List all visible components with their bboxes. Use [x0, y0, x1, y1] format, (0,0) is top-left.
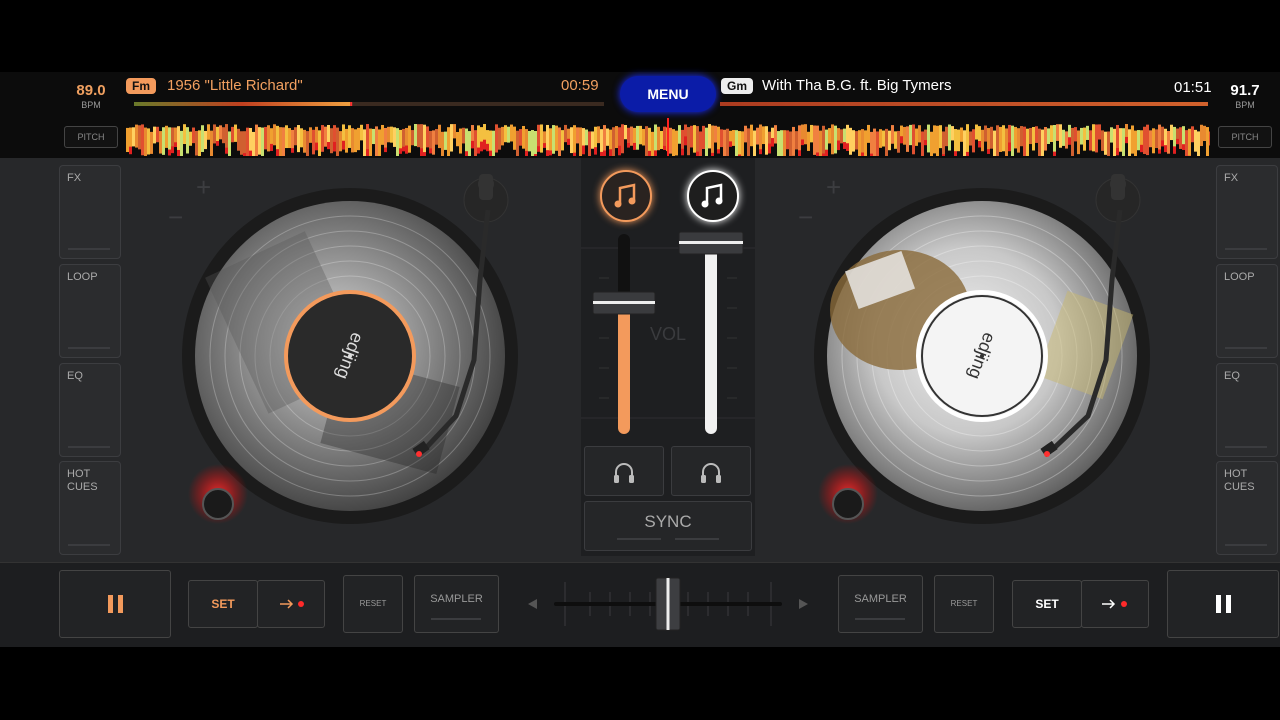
left-track-time: 00:59: [561, 77, 599, 94]
left-sampler-button[interactable]: SAMPLER: [414, 575, 499, 633]
right-eq-label: EQ: [1224, 370, 1240, 382]
left-loop-label: LOOP: [67, 271, 98, 283]
right-turntable[interactable]: + − edjing: [790, 160, 1170, 540]
left-set-button[interactable]: SET: [188, 580, 258, 628]
right-pitch-button[interactable]: PITCH: [1218, 126, 1272, 148]
headphones-icon: [701, 463, 721, 483]
right-eq-button[interactable]: EQ: [1216, 363, 1278, 457]
crossfader-handle: [655, 577, 681, 631]
left-bpm: 89.0 BPM: [58, 82, 124, 110]
crossfader-right-arrow-icon: [799, 599, 808, 609]
right-track-title: With Tha B.G. ft. Big Tymers: [762, 77, 952, 94]
pause-icon: [1216, 595, 1231, 613]
right-start-stop-knob: [832, 488, 864, 520]
right-loop-button[interactable]: LOOP: [1216, 264, 1278, 358]
right-bpm-value: 91.7: [1230, 82, 1260, 99]
crossfader-left-arrow-icon: [528, 599, 537, 609]
headphones-icon: [614, 463, 634, 483]
right-pitch-minus-icon: −: [798, 202, 813, 232]
left-turntable[interactable]: + − edjing: [160, 160, 540, 540]
left-reset-button[interactable]: RESET: [343, 575, 403, 633]
menu-button[interactable]: MENU: [620, 76, 716, 112]
right-bpm-unit: BPM: [1235, 100, 1255, 110]
left-pitch-button[interactable]: PITCH: [64, 126, 118, 148]
left-channel-music-button[interactable]: [600, 170, 652, 222]
right-key-badge: Gm: [721, 78, 754, 94]
sync-label: SYNC: [644, 512, 692, 531]
left-bpm-unit: BPM: [81, 100, 101, 110]
right-hot-cues-label: HOT CUES: [1224, 468, 1255, 493]
left-cue-jump-button[interactable]: [257, 580, 325, 628]
right-reset-button[interactable]: RESET: [934, 575, 994, 633]
left-eq-label: EQ: [67, 370, 83, 382]
left-hot-cues-label: HOT CUES: [67, 468, 98, 493]
right-progress-bar[interactable]: [720, 102, 1208, 106]
right-set-button[interactable]: SET: [1012, 580, 1082, 628]
left-track-title: 1956 "Little Richard": [167, 77, 303, 94]
left-progress-bar[interactable]: [134, 102, 604, 106]
crossfader[interactable]: [520, 574, 816, 634]
right-loop-label: LOOP: [1224, 271, 1255, 283]
left-loop-button[interactable]: LOOP: [59, 264, 121, 358]
left-hot-cues-button[interactable]: HOT CUES: [59, 461, 121, 555]
left-bpm-value: 89.0: [76, 82, 106, 99]
right-channel-music-button[interactable]: [687, 170, 739, 222]
right-pitch-plus-icon: +: [826, 172, 841, 202]
left-volume-level: [618, 302, 630, 434]
right-volume-level: [705, 242, 717, 434]
left-fx-button[interactable]: FX: [59, 165, 121, 259]
right-bpm: 91.7 BPM: [1212, 82, 1278, 110]
right-headphones-button[interactable]: [671, 446, 751, 496]
left-eq-button[interactable]: EQ: [59, 363, 121, 457]
right-fx-button[interactable]: FX: [1216, 165, 1278, 259]
right-cue-jump-button[interactable]: [1081, 580, 1149, 628]
arrow-right-icon: [1102, 599, 1127, 609]
right-fx-label: FX: [1224, 172, 1239, 184]
arrow-right-icon: [280, 599, 304, 609]
right-hot-cues-button[interactable]: HOT CUES: [1216, 461, 1278, 555]
right-track-time: 01:51: [1174, 79, 1212, 96]
left-start-stop-knob: [202, 488, 234, 520]
sync-button[interactable]: SYNC: [584, 501, 752, 551]
right-sampler-button[interactable]: SAMPLER: [838, 575, 923, 633]
right-sampler-label: SAMPLER: [854, 593, 907, 605]
waveform-overview[interactable]: [126, 118, 1210, 156]
left-fx-label: FX: [67, 172, 82, 184]
music-note-icon: [701, 183, 723, 208]
left-pitch-minus-icon: −: [168, 202, 183, 232]
left-pitch-plus-icon: +: [196, 172, 211, 202]
volume-faders[interactable]: VOL: [581, 228, 755, 438]
music-note-icon: [614, 183, 636, 208]
left-sampler-label: SAMPLER: [430, 593, 483, 605]
left-headphones-button[interactable]: [584, 446, 664, 496]
vol-label: VOL: [650, 324, 686, 344]
playhead-marker: [667, 118, 669, 156]
left-play-pause-button[interactable]: [59, 570, 171, 638]
left-key-badge: Fm: [126, 78, 156, 94]
pause-icon: [108, 595, 123, 613]
right-play-pause-button[interactable]: [1167, 570, 1279, 638]
